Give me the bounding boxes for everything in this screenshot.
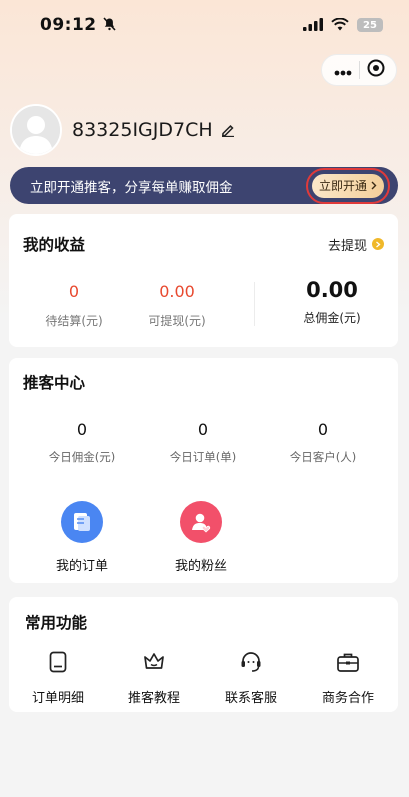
- status-time: 09:12: [40, 15, 97, 35]
- withdraw-link[interactable]: 去提现: [328, 235, 384, 254]
- battery-indicator: 25: [357, 18, 383, 32]
- contact-support-item[interactable]: 联系客服: [206, 649, 296, 706]
- today-orders-label: 今日订单(单): [169, 450, 237, 464]
- earnings-title: 我的收益: [23, 236, 86, 254]
- order-detail-label: 订单明细: [31, 691, 84, 706]
- today-commission-label: 今日佣金(元): [48, 450, 116, 464]
- my-fans-label: 我的粉丝: [174, 559, 227, 574]
- today-customers-stat: 0 今日客户(人): [268, 420, 378, 465]
- activate-now-label: 立即开通: [318, 179, 367, 193]
- my-orders-label: 我的订单: [55, 559, 108, 574]
- close-circle-icon[interactable]: [367, 59, 385, 81]
- total-commission-label: 总佣金(元): [303, 311, 361, 325]
- earnings-divider: [254, 282, 255, 326]
- capsule-divider: [358, 61, 360, 79]
- today-commission-stat: 0 今日佣金(元): [27, 420, 137, 465]
- order-detail-item[interactable]: 订单明细: [13, 649, 103, 706]
- profile-header: 83325IGJD7CH: [10, 104, 235, 156]
- activate-now-button[interactable]: 立即开通: [306, 167, 390, 204]
- promoter-tutorial-label: 推客教程: [127, 691, 180, 706]
- withdrawable-value: 0.00: [159, 282, 195, 301]
- common-functions-title: 常用功能: [25, 614, 88, 632]
- order-detail-icon: [13, 649, 103, 675]
- today-orders-stat: 0 今日订单(单): [148, 420, 258, 465]
- briefcase-icon: [303, 649, 393, 675]
- status-left: 09:12: [40, 15, 116, 35]
- more-dots-icon[interactable]: [334, 61, 352, 80]
- promo-text: 立即开通推客，分享每单赚取佣金: [30, 179, 233, 196]
- crown-icon: [109, 649, 199, 675]
- pending-label: 待结算(元): [45, 314, 103, 328]
- order-icon: [61, 501, 103, 543]
- promoter-center-title: 推客中心: [23, 374, 86, 392]
- wifi-icon: [331, 16, 349, 35]
- common-functions-card: 常用功能 订单明细 推客教程 联系客服 商务合作: [9, 597, 398, 712]
- contact-support-label: 联系客服: [224, 691, 277, 706]
- withdrawable-label: 可提现(元): [148, 314, 206, 328]
- status-right: 25: [303, 16, 383, 35]
- business-cooperation-label: 商务合作: [321, 691, 374, 706]
- total-commission-value: 0.00: [306, 278, 358, 302]
- my-fans-shortcut[interactable]: 我的粉丝: [156, 501, 246, 574]
- miniprogram-capsule: [321, 54, 397, 86]
- status-bar: 09:12 25: [0, 0, 409, 50]
- promoter-tutorial-item[interactable]: 推客教程: [109, 649, 199, 706]
- earnings-card: 我的收益 去提现 0 待结算(元) 0.00 可提现(元) 0.00 总佣金(元…: [9, 214, 398, 347]
- today-customers-value: 0: [317, 420, 329, 439]
- chevron-right-icon: [371, 179, 377, 193]
- signal-icon: [303, 16, 323, 35]
- arrow-circle-icon: [372, 238, 384, 250]
- headset-icon: [206, 649, 296, 675]
- today-orders-value: 0: [197, 420, 209, 439]
- today-customers-label: 今日客户(人): [289, 450, 357, 464]
- pending-stat: 0 待结算(元): [30, 282, 118, 329]
- mute-bell-icon: [103, 16, 116, 35]
- avatar[interactable]: [10, 104, 62, 156]
- today-commission-value: 0: [76, 420, 88, 439]
- username: 83325IGJD7CH: [72, 119, 213, 141]
- promoter-signup-banner: 立即开通推客，分享每单赚取佣金 立即开通: [10, 167, 398, 204]
- withdrawable-stat: 0.00 可提现(元): [133, 282, 221, 329]
- fans-icon: [180, 501, 222, 543]
- edit-pencil-icon[interactable]: [221, 123, 235, 137]
- pending-value: 0: [68, 282, 80, 301]
- promoter-center-card: 推客中心 0 今日佣金(元) 0 今日订单(单) 0 今日客户(人) 我的订单: [9, 358, 398, 583]
- withdraw-label: 去提现: [327, 238, 367, 254]
- business-cooperation-item[interactable]: 商务合作: [303, 649, 393, 706]
- my-orders-shortcut[interactable]: 我的订单: [37, 501, 127, 574]
- total-commission-stat: 0.00 总佣金(元): [277, 278, 387, 326]
- earnings-header: 我的收益 去提现: [23, 233, 384, 255]
